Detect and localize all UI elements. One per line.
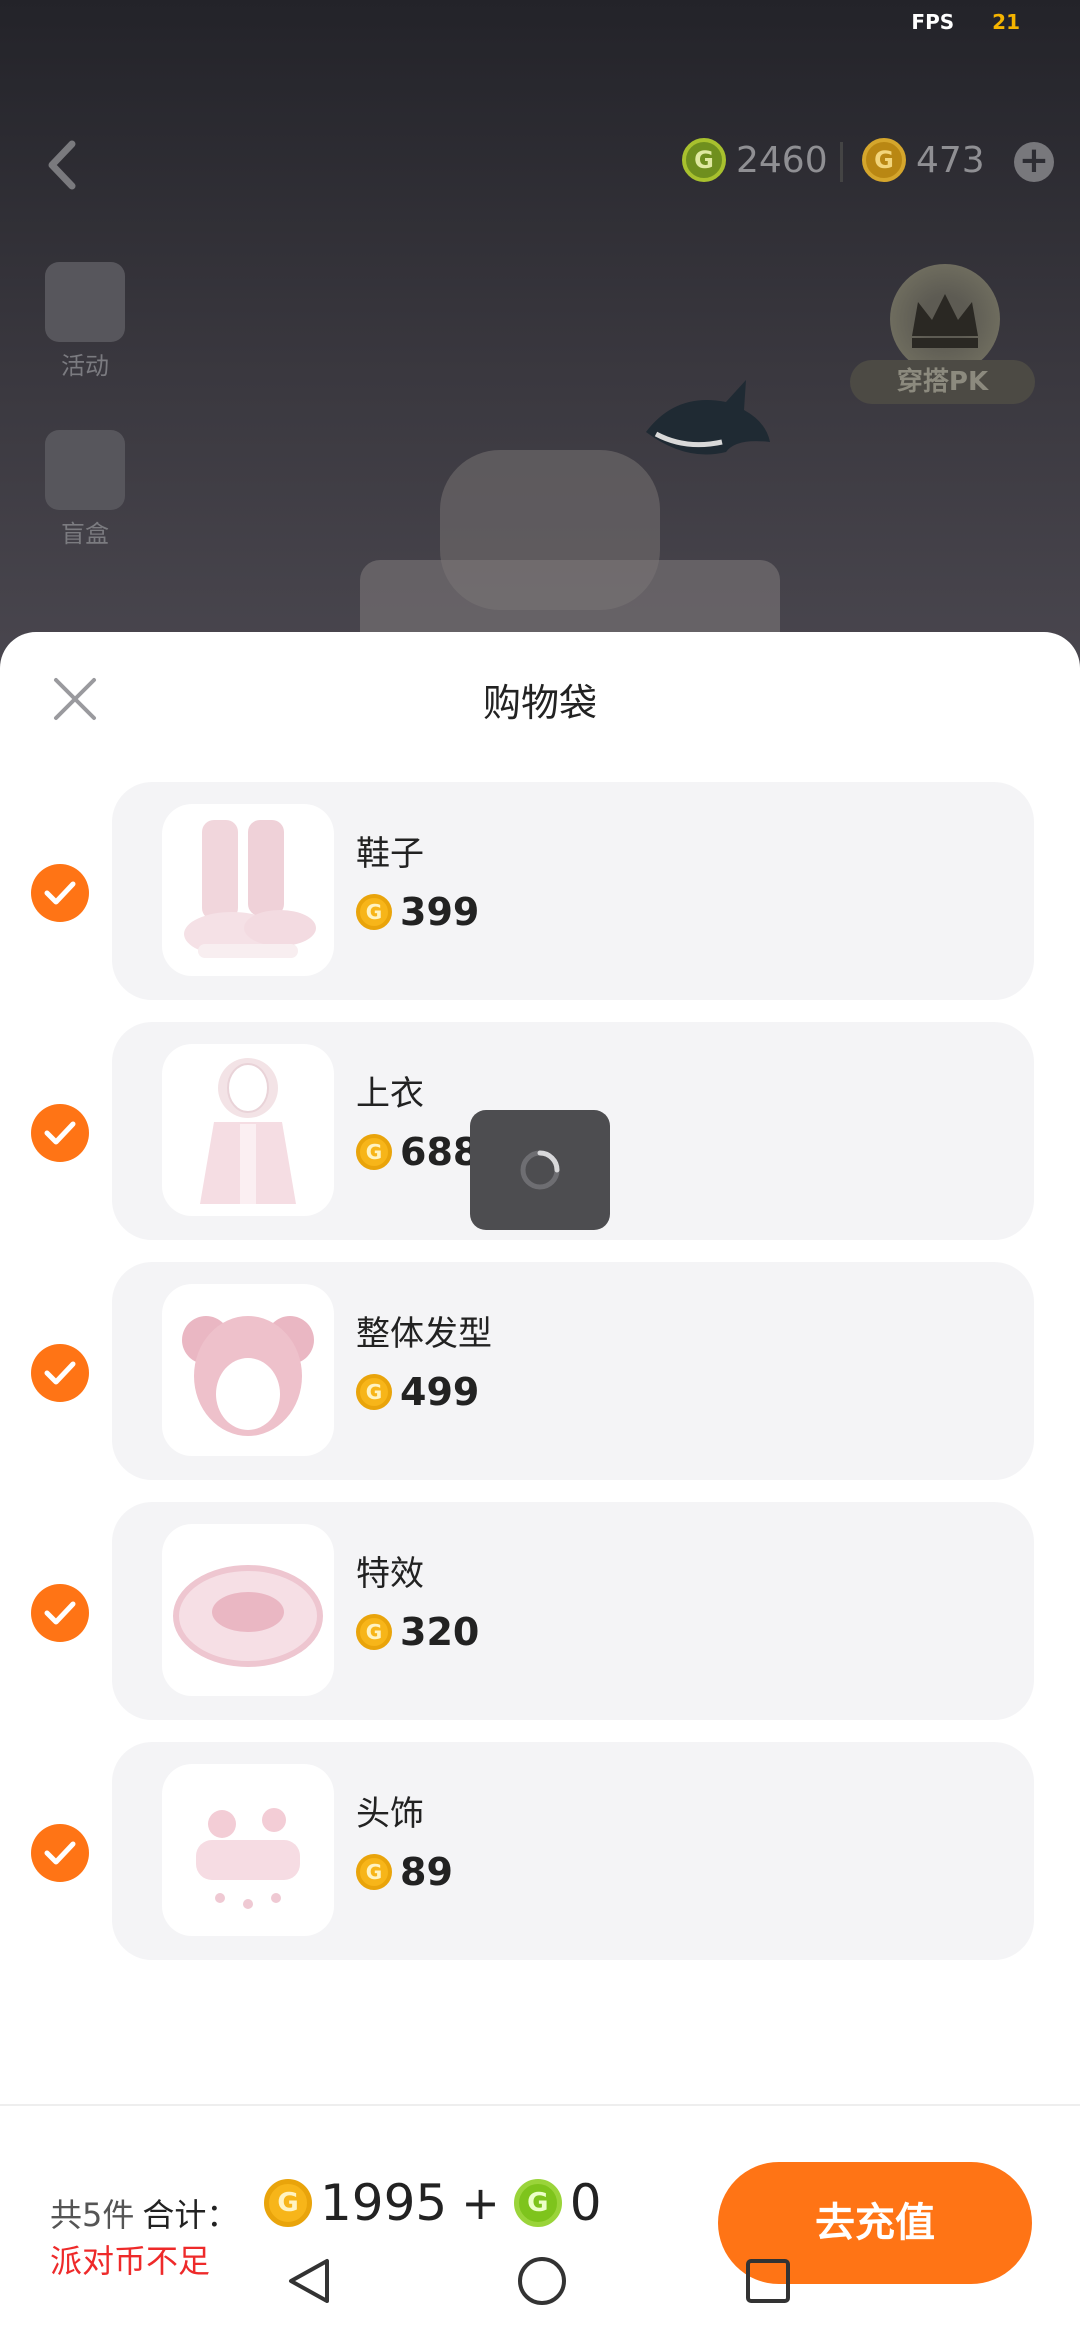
system-navbar (0, 2245, 1080, 2340)
gold-coin-icon: G (356, 1614, 392, 1650)
side-item-activity[interactable]: 活动 (40, 262, 130, 381)
item-price-value: 499 (400, 1370, 480, 1414)
nav-home-icon[interactable] (516, 2255, 568, 2307)
item-price: G 688 (356, 1130, 479, 1174)
crown-icon (890, 264, 1000, 374)
shark-pet-icon (646, 380, 770, 455)
item-price: G 499 (356, 1370, 479, 1414)
gold-coin-icon: G (356, 1374, 392, 1410)
gold-coin-icon: G (356, 1134, 392, 1170)
hairstyle-thumbnail (162, 1284, 334, 1456)
back-button[interactable] (38, 130, 88, 200)
item-count: 共5件 (50, 2196, 135, 2234)
item-price-value: 89 (400, 1850, 453, 1894)
headwear-thumbnail (162, 1764, 334, 1936)
top-thumbnail (162, 1044, 334, 1216)
total-label: 合计： (142, 2196, 239, 2234)
game-scene-background: FPS 21 G 2460 G 473 + 活动 盲盒 穿搭PK (0, 0, 1080, 680)
shoes-thumbnail (162, 804, 334, 976)
cart-item-card[interactable]: 整体发型 G 499 (112, 1262, 1034, 1480)
item-name: 整体发型 (356, 1314, 492, 1354)
plus-sign: + (461, 2176, 500, 2230)
item-price-value: 320 (400, 1610, 480, 1654)
gold-coin-icon: G (356, 894, 392, 930)
effect-thumbnail (162, 1524, 334, 1696)
cart-item[interactable]: 头饰 G 89 (0, 1742, 1080, 1960)
item-name: 上衣 (356, 1074, 424, 1114)
gold-coin-value: 473 (916, 139, 985, 181)
item-name: 特效 (356, 1554, 424, 1594)
balloon-icon (45, 262, 125, 342)
party-coin-icon: G (682, 138, 726, 182)
item-name: 鞋子 (356, 834, 424, 874)
item-price: G 89 (356, 1850, 453, 1894)
nav-back-icon[interactable] (285, 2255, 333, 2307)
cart-item[interactable]: 特效 G 320 (0, 1502, 1080, 1720)
gift-box-icon (45, 430, 125, 510)
cart-item-card[interactable]: 头饰 G 89 (112, 1742, 1034, 1960)
side-item-label: 盲盒 (61, 520, 109, 548)
item-checkbox[interactable] (31, 1344, 89, 1402)
item-name: 头饰 (356, 1794, 424, 1834)
gold-coin-icon: G (264, 2179, 312, 2227)
cart-item[interactable]: 整体发型 G 499 (0, 1262, 1080, 1480)
item-price-value: 399 (400, 890, 480, 934)
total-party-value: 0 (569, 2174, 602, 2232)
outfit-pk-label: 穿搭PK (850, 360, 1035, 404)
cart-item-card[interactable]: 特效 G 320 (112, 1502, 1034, 1720)
loading-spinner (470, 1110, 610, 1230)
total-coins-value: 1995 (320, 2174, 448, 2232)
add-currency-button[interactable]: + (1014, 142, 1054, 182)
item-checkbox[interactable] (31, 1584, 89, 1642)
fps-label: FPS (911, 10, 955, 34)
checkmark-icon (44, 1841, 76, 1865)
party-coin-balance: G 2460 (682, 138, 828, 182)
item-checkbox[interactable] (31, 1104, 89, 1162)
checkmark-icon (44, 1361, 76, 1385)
cart-item[interactable]: 鞋子 G 399 (0, 782, 1080, 1000)
side-item-blindbox[interactable]: 盲盒 (40, 430, 130, 549)
fps-counter: FPS 21 (911, 10, 1020, 34)
chevron-left-icon (48, 140, 76, 190)
item-checkbox[interactable] (31, 1824, 89, 1882)
side-item-label: 活动 (61, 352, 109, 380)
nav-recent-icon[interactable] (744, 2255, 792, 2307)
gold-coin-icon: G (356, 1854, 392, 1890)
shopping-bag-sheet: 购物袋 鞋子 G 399 上衣 G 688 整体发型 G 499 特效 G 32… (0, 632, 1080, 2340)
checkmark-icon (44, 1601, 76, 1625)
party-coin-icon: G (513, 2179, 562, 2227)
item-count-line: 共5件 合计： (50, 2190, 238, 2236)
checkmark-icon (44, 881, 76, 905)
total-amount: G 1995 + G 0 (264, 2174, 602, 2232)
item-checkbox[interactable] (31, 864, 89, 922)
cart-item-card[interactable]: 鞋子 G 399 (112, 782, 1034, 1000)
item-price-value: 688 (400, 1130, 480, 1174)
gold-coin-balance: G 473 (862, 138, 985, 182)
gold-coin-icon: G (862, 138, 906, 182)
outfit-pk-badge[interactable]: 穿搭PK (850, 260, 1035, 410)
currency-divider (840, 142, 843, 182)
sheet-title: 购物袋 (482, 681, 597, 725)
item-price: G 399 (356, 890, 479, 934)
item-price: G 320 (356, 1610, 479, 1654)
party-coin-value: 2460 (736, 139, 828, 181)
fps-value: 21 (992, 10, 1020, 34)
spinner-icon (520, 1150, 560, 1190)
checkmark-icon (44, 1121, 76, 1145)
